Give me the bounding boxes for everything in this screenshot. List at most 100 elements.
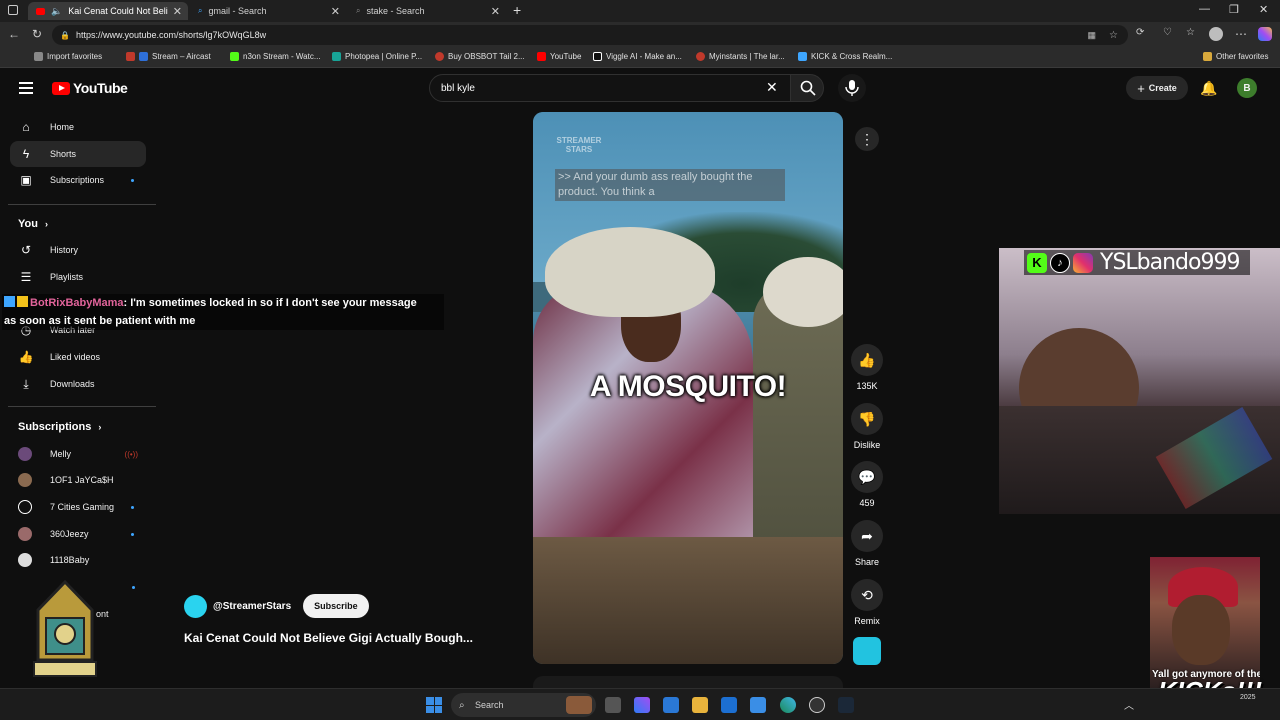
back-button[interactable]: ← [8, 27, 20, 41]
social-handle: YSLbando999 [1100, 250, 1240, 275]
bookmark-obsbot[interactable]: Buy OBSBOT Tail 2... [435, 52, 525, 61]
sidebar-sub-1118baby[interactable]: 1118Baby [10, 547, 146, 573]
windows-start-icon[interactable] [426, 697, 442, 713]
sidebar-sub-melly[interactable]: Melly ((•)) [10, 441, 146, 467]
bookmark-myinstants[interactable]: Myinstants | The lar... [696, 52, 785, 61]
video-bucket-hat-right [763, 257, 843, 327]
speaker-icon[interactable]: 🔈 [51, 6, 62, 17]
sidebar-item-downloads[interactable]: ⤓ Downloads [10, 371, 146, 397]
profile-avatar[interactable] [1209, 27, 1223, 41]
other-favorites[interactable]: Other favorites [1203, 52, 1268, 61]
obs-icon[interactable] [809, 697, 825, 713]
next-short-preview[interactable] [533, 676, 843, 688]
bookmark-n3on[interactable]: n3on Stream - Watc... [230, 52, 321, 61]
more-menu-icon[interactable]: ⋯ [1235, 27, 1247, 41]
taskbar-search[interactable]: ⌕ Search [451, 693, 596, 717]
dislike-label: Dislike [853, 440, 881, 450]
favorite-star-icon[interactable]: ☆ [1109, 30, 1118, 41]
extensions-icon[interactable]: ⟳ [1136, 27, 1144, 38]
close-window-button[interactable]: ✕ [1259, 3, 1268, 16]
aircast-icon [126, 52, 135, 61]
file-explorer-icon[interactable] [692, 697, 708, 713]
sidebar-sub-7cities[interactable]: 7 Cities Gaming [10, 494, 146, 520]
steam-icon[interactable] [838, 697, 854, 713]
bookmark-label: Myinstants | The lar... [709, 52, 785, 61]
copilot-icon[interactable] [1258, 27, 1272, 41]
bookmark-viggle[interactable]: Viggle AI - Make an... [593, 52, 682, 61]
minimize-button[interactable]: — [1199, 3, 1210, 15]
notifications-bell-icon[interactable]: 🔔 [1200, 80, 1217, 97]
sidebar-item-playlists[interactable]: ☰ Playlists [10, 264, 146, 290]
youtube-logo[interactable]: YouTube [52, 80, 128, 96]
sidebar-item-history[interactable]: ↺ History [10, 237, 146, 263]
bookmark-import[interactable]: Import favorites [34, 52, 102, 61]
hamburger-menu-icon[interactable] [19, 82, 33, 94]
subscriptions-icon: ▣ [20, 173, 32, 187]
create-button[interactable]: + Create [1126, 76, 1188, 100]
search-input[interactable]: bbl kyle [429, 74, 791, 102]
favorites-icon[interactable]: ☆ [1186, 27, 1195, 38]
url-input[interactable]: 🔒 https://www.youtube.com/shorts/lg7kOWq… [52, 25, 1128, 45]
plus-icon: + [1137, 80, 1145, 96]
photos-icon[interactable] [750, 697, 766, 713]
channel-name[interactable]: @StreamerStars [213, 601, 291, 612]
bookmark-photopea[interactable]: Photopea | Online P... [332, 52, 422, 61]
youtube-icon [537, 52, 546, 61]
remix-button[interactable]: ⟲ Remix [845, 579, 889, 626]
tab-youtube[interactable]: 🔈 Kai Cenat Could Not Believe ✕ [28, 2, 188, 20]
new-tab-button[interactable]: + [513, 2, 521, 18]
clear-search-icon[interactable]: ✕ [766, 79, 778, 96]
bookmark-youtube[interactable]: YouTube [537, 52, 581, 61]
sidebar-item-shorts[interactable]: ϟ Shorts [10, 141, 146, 167]
youtube-header: YouTube bbl kyle ✕ + Create 🔔 B [0, 68, 1280, 108]
sidebar-subscriptions-heading[interactable]: Subscriptions › [18, 421, 101, 433]
shorts-video-player[interactable]: STREAMER STARS >> And your dumb ass real… [533, 112, 843, 664]
copilot-taskbar-icon[interactable] [634, 697, 650, 713]
sidebar-item-home[interactable]: ⌂ Home [10, 114, 146, 140]
viggle-icon [593, 52, 602, 61]
outlook-icon[interactable] [721, 697, 737, 713]
tab-gmail[interactable]: ⌕ gmail - Search ✕ [190, 2, 346, 20]
voice-search-button[interactable] [838, 74, 866, 102]
close-tab-icon[interactable]: ✕ [173, 5, 182, 18]
short-title[interactable]: Kai Cenat Could Not Believe Gigi Actuall… [184, 631, 473, 645]
task-view-icon[interactable] [605, 697, 621, 713]
refresh-button[interactable]: ↻ [32, 27, 42, 41]
share-button[interactable]: ➦ Share [845, 520, 889, 567]
tab-stake[interactable]: ⌕ stake - Search ✕ [348, 2, 506, 20]
tray-chevron-icon[interactable]: ︿ [1124, 697, 1134, 712]
share-icon: ➦ [851, 520, 883, 552]
store-icon[interactable] [663, 697, 679, 713]
reader-icon[interactable]: ▦ [1087, 30, 1096, 41]
like-button[interactable]: 👍 135K [845, 344, 889, 391]
chevron-right-icon: › [98, 422, 102, 432]
comments-button[interactable]: 💬 459 [845, 461, 889, 508]
sidebar-item-subscriptions[interactable]: ▣ Subscriptions [10, 167, 146, 193]
bookmark-kick-cross[interactable]: KICK & Cross Realm... [798, 52, 892, 61]
search-button[interactable] [790, 74, 824, 102]
more-options-icon[interactable]: ⋮ [855, 127, 879, 151]
photopea-icon [332, 52, 341, 61]
restore-button[interactable]: ❐ [1229, 3, 1239, 16]
window-menu-icon[interactable] [8, 5, 18, 15]
taskbar-clock[interactable]: 2025 [1240, 693, 1256, 703]
edge-icon[interactable] [780, 697, 796, 713]
sidebar-sub-1of1[interactable]: 1OF1 JaYCa$H [10, 467, 146, 493]
browser-essentials-icon[interactable]: ♡ [1163, 27, 1172, 38]
account-avatar[interactable]: B [1237, 78, 1257, 98]
subscribe-button[interactable]: Subscribe [303, 594, 369, 618]
dislike-button[interactable]: 👎 Dislike [845, 403, 889, 450]
home-icon: ⌂ [22, 120, 30, 134]
shorts-icon: ϟ [22, 147, 30, 161]
sidebar-item-liked-videos[interactable]: 👍 Liked videos [10, 344, 146, 370]
channel-avatar[interactable] [184, 594, 207, 618]
sidebar-you-heading[interactable]: You › [18, 218, 48, 230]
bookmark-aircast[interactable]: Stream – Aircast [126, 52, 211, 61]
sidebar-item-label: Shorts [50, 149, 77, 159]
bookmark-label: Stream – Aircast [152, 52, 211, 61]
close-tab-icon[interactable]: ✕ [331, 5, 340, 18]
sidebar-sub-360jeezy[interactable]: 360Jeezy [10, 521, 146, 547]
audio-source-thumbnail[interactable] [853, 637, 881, 665]
close-tab-icon[interactable]: ✕ [491, 5, 500, 18]
video-caption: A MOSQUITO! [589, 370, 787, 403]
